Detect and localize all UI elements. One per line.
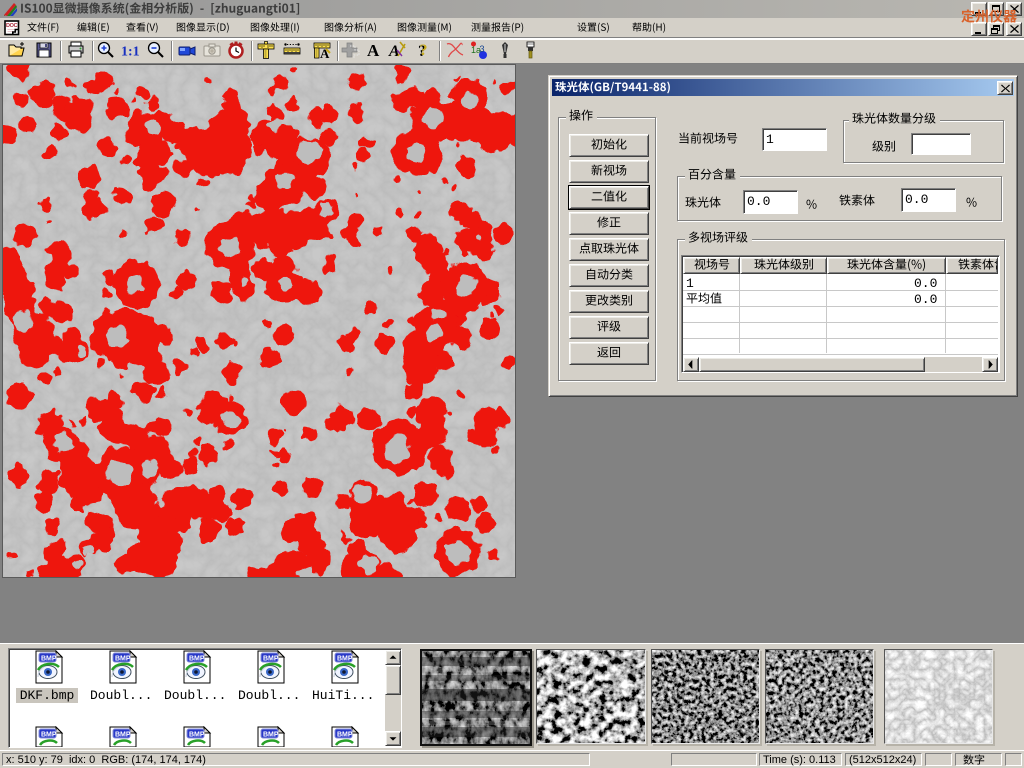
svg-text:BMP: BMP [337,732,353,739]
svg-text:BMP: BMP [115,656,131,663]
svg-text:?: ? [420,42,428,59]
svg-text:A: A [320,46,330,60]
svg-text:DOC: DOC [6,23,18,29]
svg-text:1:1: 1:1 [121,45,140,60]
svg-text:BMP: BMP [337,656,353,663]
svg-text:BMP: BMP [263,732,279,739]
svg-text:BMP: BMP [189,732,205,739]
svg-text:BMP: BMP [115,732,131,739]
svg-text:BMP: BMP [263,656,279,663]
svg-text:BMP: BMP [41,656,57,663]
svg-text:3: 3 [480,44,485,54]
svg-text:BMP: BMP [189,656,205,663]
svg-text:A: A [367,41,380,60]
svg-text:BMP: BMP [41,732,57,739]
